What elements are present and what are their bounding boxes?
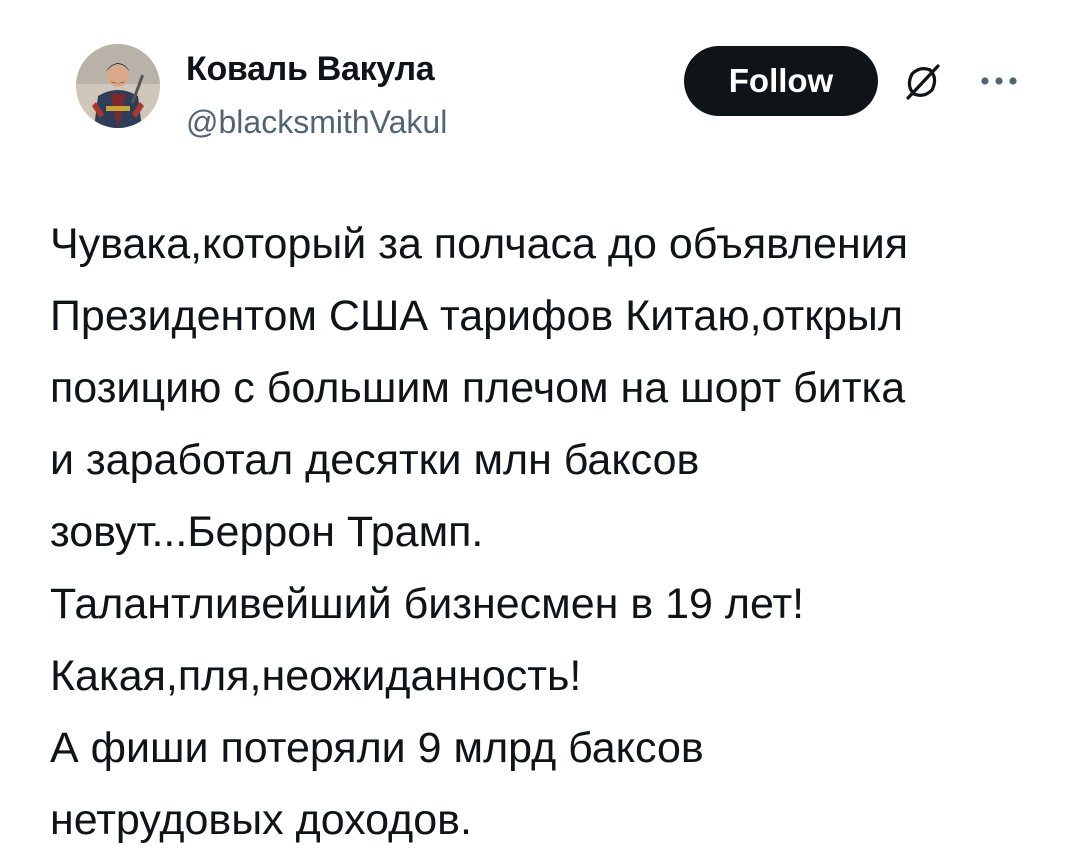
follow-button[interactable]: Follow [684,46,878,116]
tweet-line: Какая,пля,неожиданность! [50,652,582,700]
tweet-line: Чувака,который за полчаса до объявления [50,220,909,268]
author-handle[interactable]: @blacksmithVakul [186,104,447,141]
grok-slash-icon[interactable] [900,60,944,104]
avatar-portrait-image [76,44,160,128]
tweet-line: нетрудовых доходов. [50,796,472,844]
tweet-line: позицию с большим плечом на шорт битка [50,364,906,412]
more-dots-icon[interactable] [976,66,1022,96]
author-display-name[interactable]: Коваль Вакула [186,50,435,89]
tweet-line: А фиши потеряли 9 млрд баксов [50,724,704,772]
tweet-line: Талантливейший бизнесмен в 19 лет! [50,580,805,628]
author-avatar[interactable] [76,44,160,128]
tweet-line: зовут...Беррон Трамп. [50,508,484,556]
tweet-card: Коваль Вакула @blacksmithVakul Follow Чу… [0,0,1080,844]
tweet-text: Чувака,который за полчаса до объявления … [50,208,1060,856]
tweet-line: Президентом США тарифов Китаю,открыл [50,292,903,340]
tweet-line: и заработал десятки млн баксов [50,436,700,484]
